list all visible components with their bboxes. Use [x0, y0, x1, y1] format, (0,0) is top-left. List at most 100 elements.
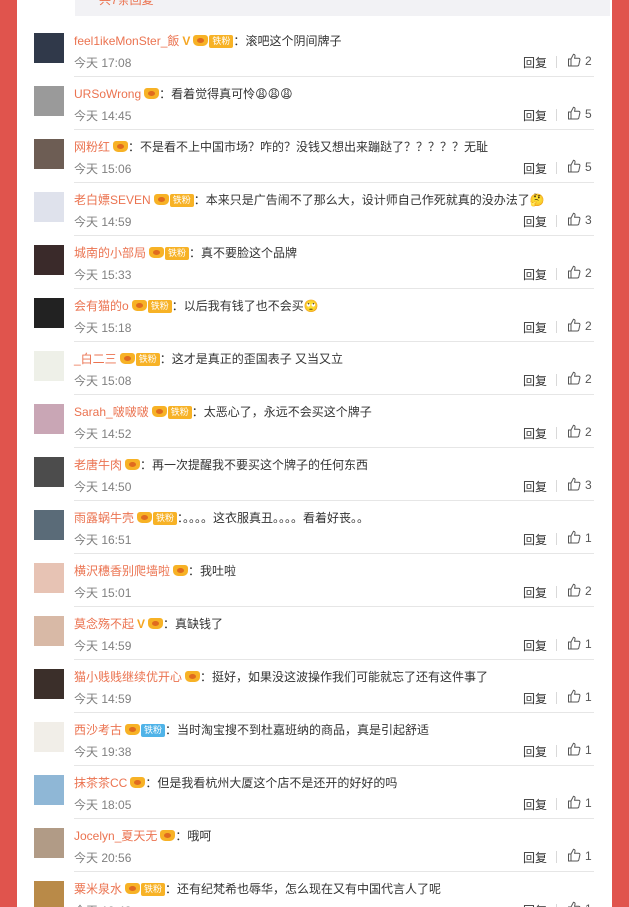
- avatar[interactable]: [34, 298, 64, 328]
- reply-button[interactable]: 回复: [523, 796, 547, 813]
- reply-button[interactable]: 回复: [523, 637, 547, 654]
- username-link[interactable]: 雨露蜗牛壳: [74, 511, 134, 525]
- avatar[interactable]: [34, 775, 64, 805]
- member-level-icon: [173, 565, 189, 576]
- avatar[interactable]: [34, 457, 64, 487]
- colon-separator: ：: [188, 564, 201, 578]
- username-link[interactable]: feel1ikeMonSter_飯: [74, 34, 179, 48]
- username-link[interactable]: 横沢穗香别爬墙啦: [74, 564, 170, 578]
- username-link[interactable]: _白二三: [74, 352, 117, 366]
- like-button[interactable]: 1: [567, 742, 592, 757]
- member-level-icon: [160, 830, 176, 841]
- avatar[interactable]: [34, 722, 64, 752]
- like-button[interactable]: 2: [567, 318, 592, 333]
- like-button[interactable]: 3: [567, 212, 592, 227]
- reply-button[interactable]: 回复: [523, 107, 547, 124]
- comment-text: 还有纪梵希也辱华，怎么现在又有中国代言人了呢: [177, 882, 442, 896]
- avatar[interactable]: [34, 563, 64, 593]
- username-link[interactable]: 猫小贱贱继续优开心: [74, 670, 182, 684]
- thumbs-up-icon: [568, 318, 581, 332]
- reply-button[interactable]: 回复: [523, 319, 547, 336]
- avatar[interactable]: [34, 616, 64, 646]
- comment-time: 今天 14:59: [74, 639, 132, 653]
- like-button[interactable]: 3: [567, 477, 592, 492]
- comment-item: 会有猫的o 铁粉 ：以后我有钱了也不会买🙄 今天 15:18 回复 2: [17, 289, 612, 342]
- avatar[interactable]: [34, 669, 64, 699]
- comment-text: 本来只是广告闹不了那么大，设计师自己作死就真的没办法了🤔: [205, 193, 545, 207]
- reply-button[interactable]: 回复: [523, 213, 547, 230]
- reply-button[interactable]: 回复: [523, 160, 547, 177]
- avatar[interactable]: [34, 404, 64, 434]
- colon-separator: ：: [191, 405, 204, 419]
- like-button[interactable]: 1: [567, 530, 592, 545]
- avatar[interactable]: [34, 351, 64, 381]
- action-divider: [556, 851, 557, 863]
- member-level-icon: [125, 459, 141, 470]
- member-level-icon: [193, 35, 209, 46]
- comment-item: feel1ikeMonSter_飯 V 铁粉 ：滚吧这个阴间牌子 今天 17:08 回复 2: [17, 24, 612, 77]
- username-link[interactable]: 西沙考古: [74, 723, 122, 737]
- like-button[interactable]: 5: [567, 159, 592, 174]
- like-button[interactable]: 2: [567, 424, 592, 439]
- comment-time: 今天 14:52: [74, 427, 132, 441]
- username-link[interactable]: Sarah_啵啵啵: [74, 405, 149, 419]
- avatar[interactable]: [34, 192, 64, 222]
- fan-badge: 铁粉: [209, 35, 234, 48]
- avatar[interactable]: [34, 33, 64, 63]
- username-link[interactable]: 粟米泉水: [74, 882, 122, 896]
- avatar[interactable]: [34, 510, 64, 540]
- fan-badge: 铁粉: [153, 512, 178, 525]
- reply-button[interactable]: 回复: [523, 478, 547, 495]
- colon-separator: ：: [165, 723, 178, 737]
- like-count: 1: [585, 531, 592, 545]
- avatar[interactable]: [34, 86, 64, 116]
- avatar[interactable]: [34, 828, 64, 858]
- colon-separator: ：: [163, 617, 176, 631]
- thumbs-up-icon: [568, 901, 581, 907]
- like-button[interactable]: 2: [567, 371, 592, 386]
- action-divider: [556, 321, 557, 333]
- avatar[interactable]: [34, 881, 64, 907]
- like-button[interactable]: 2: [567, 53, 592, 68]
- reply-button[interactable]: 回复: [523, 372, 547, 389]
- like-button[interactable]: 1: [567, 689, 592, 704]
- reply-button[interactable]: 回复: [523, 849, 547, 866]
- reply-button[interactable]: 回复: [523, 743, 547, 760]
- comment-line: 老白嫖SEVEN 铁粉 ：本来只是广告闹不了那么大，设计师自己作死就真的没办法了🤔: [74, 192, 545, 208]
- username-link[interactable]: 抹茶茶CC: [74, 776, 127, 790]
- avatar[interactable]: [34, 245, 64, 275]
- like-count: 2: [585, 372, 592, 386]
- comment-line: 雨露蜗牛壳 铁粉 ：。。。。这衣服真丑。。。。看着好丧。。: [74, 510, 369, 526]
- reply-button[interactable]: 回复: [523, 902, 547, 907]
- like-button[interactable]: 5: [567, 106, 592, 121]
- like-button[interactable]: 1: [567, 636, 592, 651]
- more-replies-link[interactable]: 共7条回复: [99, 0, 154, 8]
- username-link[interactable]: 会有猫的o: [74, 299, 129, 313]
- like-button[interactable]: 1: [567, 848, 592, 863]
- reply-button[interactable]: 回复: [523, 266, 547, 283]
- username-link[interactable]: 网粉红: [74, 140, 110, 154]
- like-button[interactable]: 2: [567, 583, 592, 598]
- like-button[interactable]: 1: [567, 795, 592, 810]
- username-link[interactable]: 城南的小部局: [74, 246, 146, 260]
- username-link[interactable]: Jocelyn_夏天无: [74, 829, 157, 843]
- comment-time: 今天 17:08: [74, 56, 132, 70]
- avatar[interactable]: [34, 139, 64, 169]
- username-link[interactable]: 老白嫖SEVEN: [74, 193, 151, 207]
- reply-button[interactable]: 回复: [523, 425, 547, 442]
- comment-item: 雨露蜗牛壳 铁粉 ：。。。。这衣服真丑。。。。看着好丧。。 今天 16:51 回复 1: [17, 501, 612, 554]
- comment-text: 。。。。这衣服真丑。。。。看着好丧。。: [183, 511, 370, 525]
- username-link[interactable]: 莫念殇不起: [74, 617, 134, 631]
- reply-button[interactable]: 回复: [523, 54, 547, 71]
- username-link[interactable]: 老唐牛肉: [74, 458, 122, 472]
- username-link[interactable]: URSoWrong: [74, 87, 141, 101]
- reply-button[interactable]: 回复: [523, 531, 547, 548]
- like-button[interactable]: 2: [567, 265, 592, 280]
- reply-button[interactable]: 回复: [523, 690, 547, 707]
- like-button[interactable]: 1: [567, 901, 592, 907]
- reply-button[interactable]: 回复: [523, 584, 547, 601]
- comment-item: 莫念殇不起 V ：真缺钱了 今天 14:59 回复 1: [17, 607, 612, 660]
- more-replies-bar[interactable]: 共7条回复: [75, 0, 610, 16]
- action-divider: [556, 533, 557, 545]
- like-count: 1: [585, 637, 592, 651]
